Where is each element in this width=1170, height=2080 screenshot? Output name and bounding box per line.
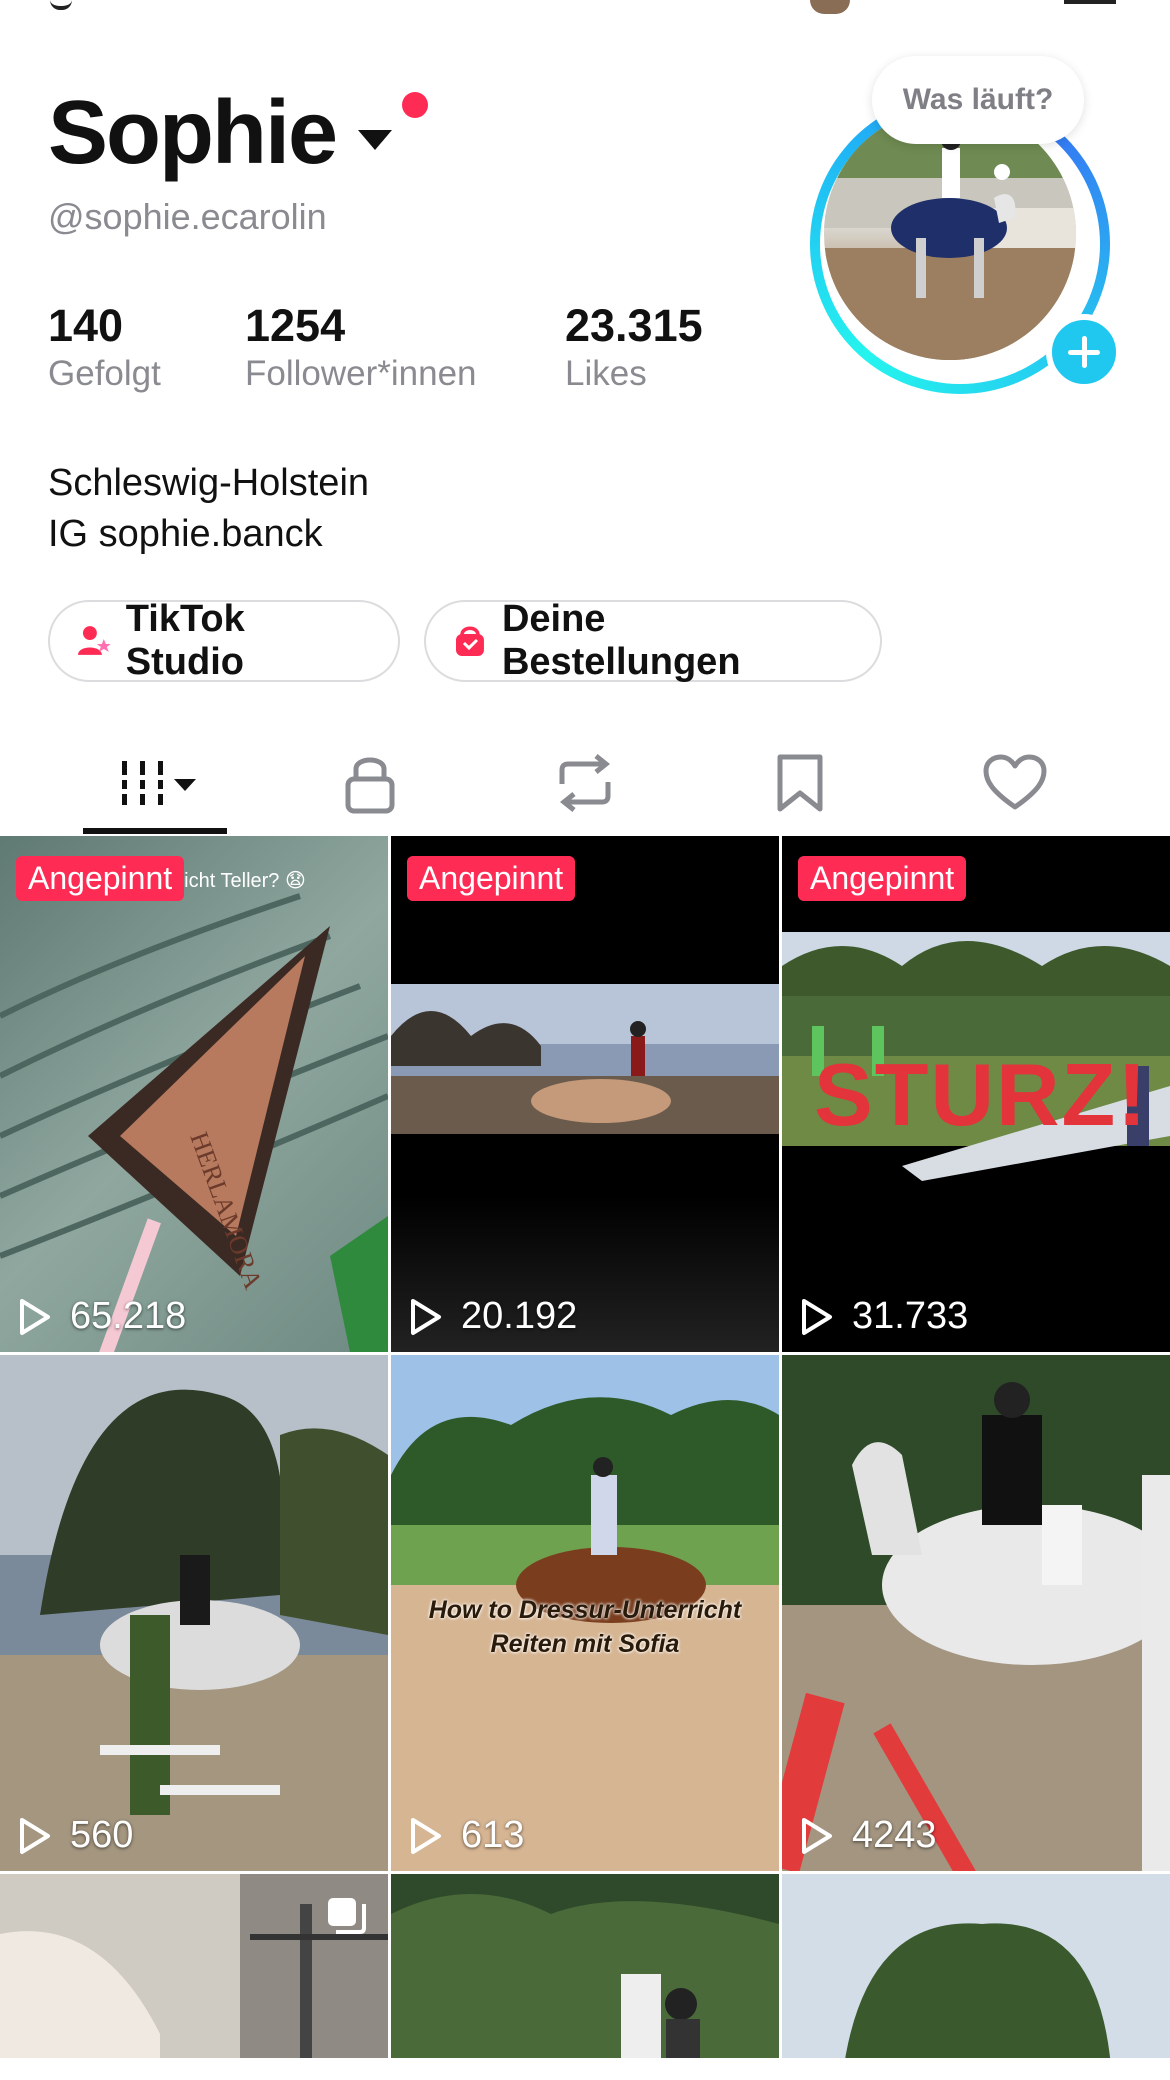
- stat-likes[interactable]: 23.315 Likes: [565, 300, 703, 394]
- video-tile[interactable]: [0, 1874, 388, 2080]
- play-icon: [802, 1298, 832, 1335]
- tab-favorites[interactable]: [725, 730, 875, 836]
- add-story-plus-icon[interactable]: [1046, 314, 1122, 390]
- play-icon: [802, 1817, 832, 1854]
- video-tile[interactable]: Angepinnt 20.192: [391, 836, 779, 1352]
- pinned-badge: Angepinnt: [798, 856, 967, 901]
- studio-person-icon: [77, 626, 111, 655]
- view-count: 20.192: [407, 1295, 577, 1338]
- tiktok-studio-button[interactable]: TikTok Studio: [48, 598, 400, 683]
- shopping-bag-icon: [455, 626, 484, 656]
- view-count: 65.218: [16, 1295, 186, 1338]
- avatar[interactable]: [824, 108, 1076, 360]
- lock-icon: [345, 757, 395, 814]
- video-tile[interactable]: HERLAMORA s einem Nicht Teller? 😧 Angepi…: [0, 836, 388, 1352]
- active-tab-indicator: [83, 828, 227, 834]
- profile-name: Sophie: [48, 83, 338, 183]
- video-caption-overlay: How to Dressur-Unterricht Reiten mit Sof…: [428, 1596, 742, 1658]
- video-tile[interactable]: 4243: [782, 1355, 1170, 1871]
- video-tile[interactable]: STURZ! Angepinnt 31.733: [782, 836, 1170, 1352]
- bubble-tail: [994, 164, 1010, 180]
- tab-private[interactable]: [295, 730, 445, 836]
- bottom-nav-remnant: [0, 2058, 1170, 2080]
- video-tile[interactable]: [391, 1874, 779, 2080]
- view-count: 31.733: [798, 1295, 968, 1338]
- profile-name-row[interactable]: Sophie: [48, 82, 393, 185]
- tab-videos[interactable]: [80, 730, 230, 836]
- status-bar-remnant: [0, 0, 1170, 14]
- view-count: 613: [407, 1814, 524, 1857]
- bio-line-instagram: IG sophie.banck: [48, 513, 323, 555]
- repost-icon: [559, 754, 611, 812]
- play-icon: [411, 1817, 441, 1854]
- tab-liked[interactable]: [940, 730, 1090, 836]
- play-icon: [411, 1298, 441, 1335]
- profile-tabs: [0, 730, 1170, 836]
- status-bubble[interactable]: Was läuft?: [872, 56, 1084, 144]
- play-icon: [20, 1817, 50, 1854]
- account-switch-chevron-icon[interactable]: [358, 129, 393, 150]
- pinned-badge: Angepinnt: [16, 856, 185, 901]
- view-count: 4243: [798, 1814, 937, 1857]
- profile-handle: @sophie.ecarolin: [48, 196, 327, 237]
- stat-followers[interactable]: 1254 Follower*innen: [245, 300, 477, 394]
- bookmark-icon: [777, 754, 823, 812]
- tab-reposts[interactable]: [510, 730, 660, 836]
- pinned-badge: Angepinnt: [407, 856, 576, 901]
- stat-following[interactable]: 140 Gefolgt: [48, 300, 161, 394]
- video-tile[interactable]: How to Dressur-Unterricht Reiten mit Sof…: [391, 1355, 779, 1871]
- multi-image-icon: [328, 1898, 366, 1934]
- notification-dot: [402, 92, 428, 118]
- profile-bio: Schleswig-Holstein IG sophie.banck: [48, 458, 369, 560]
- heart-icon: [983, 754, 1047, 810]
- view-count: 560: [16, 1814, 133, 1857]
- video-tile[interactable]: [782, 1874, 1170, 2080]
- bio-line-location: Schleswig-Holstein: [48, 462, 370, 504]
- play-icon: [20, 1298, 50, 1335]
- grid-bars-icon: [116, 761, 196, 805]
- video-tile[interactable]: 560: [0, 1355, 388, 1871]
- orders-button[interactable]: Deine Bestellungen: [424, 598, 882, 683]
- video-caption-overlay: STURZ!: [814, 1045, 1149, 1144]
